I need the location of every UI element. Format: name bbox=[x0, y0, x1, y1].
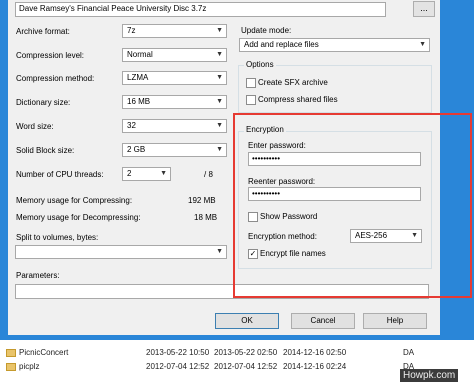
update-mode-value: Add and replace files bbox=[244, 40, 319, 49]
window-frame-left bbox=[0, 0, 8, 338]
split-volumes-label: Split to volumes, bytes: bbox=[16, 233, 99, 242]
split-volumes-select[interactable]: ▼ bbox=[15, 245, 227, 259]
compress-shared-checkbox[interactable] bbox=[246, 95, 256, 105]
encryption-highlight-box bbox=[233, 113, 472, 298]
compression-method-select[interactable]: LZMA ▼ bbox=[122, 71, 227, 85]
memory-decompress-label: Memory usage for Decompressing: bbox=[16, 213, 141, 222]
archive-format-label: Archive format: bbox=[16, 27, 70, 36]
update-mode-select[interactable]: Add and replace files ▼ bbox=[239, 38, 430, 52]
file-attributes: DA bbox=[403, 348, 415, 357]
create-sfx-checkbox[interactable] bbox=[246, 78, 256, 88]
cpu-threads-total: / 8 bbox=[204, 170, 213, 179]
cpu-threads-label: Number of CPU threads: bbox=[16, 170, 104, 179]
archive-browse-button[interactable]: ... bbox=[413, 1, 435, 17]
compression-method-value: LZMA bbox=[127, 73, 149, 82]
word-size-value: 32 bbox=[127, 121, 136, 130]
list-item[interactable]: PicnicConcert 2013-05-22 10:50 2013-05-2… bbox=[0, 346, 474, 360]
solid-block-size-value: 2 GB bbox=[127, 145, 146, 154]
chevron-down-icon: ▼ bbox=[216, 122, 223, 129]
chevron-down-icon: ▼ bbox=[216, 248, 223, 255]
help-button[interactable]: Help bbox=[363, 313, 427, 329]
file-name: picplz bbox=[19, 362, 40, 371]
chevron-down-icon: ▼ bbox=[216, 51, 223, 58]
options-group bbox=[238, 65, 432, 113]
cpu-threads-select[interactable]: 2 ▼ bbox=[122, 167, 171, 181]
dictionary-size-select[interactable]: 16 MB ▼ bbox=[122, 95, 227, 109]
update-mode-label: Update mode: bbox=[241, 26, 292, 35]
compression-level-value: Normal bbox=[127, 50, 153, 59]
chevron-down-icon: ▼ bbox=[216, 146, 223, 153]
chevron-down-icon: ▼ bbox=[216, 27, 223, 34]
compression-level-select[interactable]: Normal ▼ bbox=[122, 48, 227, 62]
folder-icon bbox=[6, 349, 16, 357]
file-accessed: 2014-12-16 02:50 bbox=[283, 348, 347, 357]
word-size-label: Word size: bbox=[16, 122, 54, 131]
file-name: PicnicConcert bbox=[19, 348, 69, 357]
parameters-label: Parameters: bbox=[16, 271, 60, 280]
options-group-title: Options bbox=[244, 60, 276, 70]
compress-shared-label: Compress shared files bbox=[258, 95, 338, 104]
archive-format-value: 7z bbox=[127, 26, 136, 35]
create-sfx-label: Create SFX archive bbox=[258, 78, 328, 87]
chevron-down-icon: ▼ bbox=[160, 170, 167, 177]
file-created: 2013-05-22 10:50 bbox=[146, 348, 210, 357]
file-created: 2012-07-04 12:52 bbox=[146, 362, 210, 371]
memory-decompress-value: 18 MB bbox=[194, 213, 218, 222]
memory-compress-value: 192 MB bbox=[188, 196, 216, 205]
watermark: Howpk.com bbox=[400, 369, 459, 382]
solid-block-size-label: Solid Block size: bbox=[16, 146, 75, 155]
solid-block-size-select[interactable]: 2 GB ▼ bbox=[122, 143, 227, 157]
compression-level-label: Compression level: bbox=[16, 51, 85, 60]
cancel-button[interactable]: Cancel bbox=[291, 313, 355, 329]
cpu-threads-value: 2 bbox=[127, 169, 132, 178]
dictionary-size-label: Dictionary size: bbox=[16, 98, 71, 107]
word-size-select[interactable]: 32 ▼ bbox=[122, 119, 227, 133]
folder-icon bbox=[6, 363, 16, 371]
memory-compress-label: Memory usage for Compressing: bbox=[16, 196, 133, 205]
chevron-down-icon: ▼ bbox=[216, 98, 223, 105]
file-accessed: 2014-12-16 02:24 bbox=[283, 362, 347, 371]
file-modified: 2012-07-04 12:52 bbox=[214, 362, 278, 371]
compression-method-label: Compression method: bbox=[16, 74, 95, 83]
chevron-down-icon: ▼ bbox=[216, 74, 223, 81]
file-modified: 2013-05-22 02:50 bbox=[214, 348, 278, 357]
archive-path-input[interactable]: Dave Ramsey's Financial Peace University… bbox=[15, 2, 386, 17]
chevron-down-icon: ▼ bbox=[419, 41, 426, 48]
ok-button[interactable]: OK bbox=[215, 313, 279, 329]
archive-format-select[interactable]: 7z ▼ bbox=[122, 24, 227, 38]
dictionary-size-value: 16 MB bbox=[127, 97, 151, 106]
